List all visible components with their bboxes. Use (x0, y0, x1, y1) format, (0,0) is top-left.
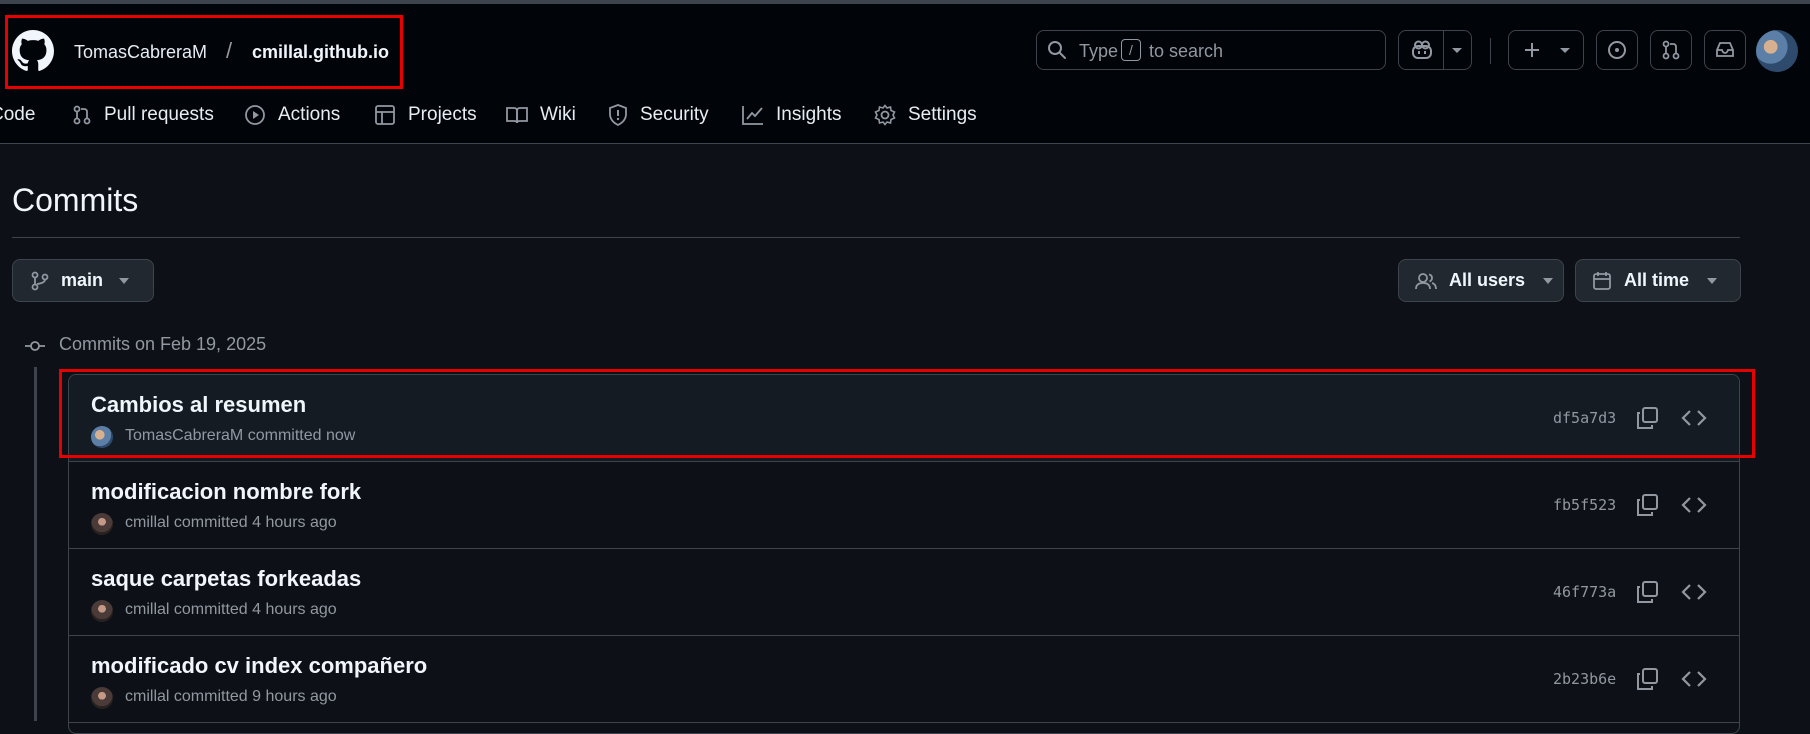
commit-icon (25, 341, 45, 351)
issues-button[interactable] (1596, 30, 1638, 70)
commit-time: committed 4 hours ago (173, 514, 337, 531)
chevron-down-icon (1543, 277, 1554, 284)
issue-icon (1608, 41, 1626, 59)
commit-sha-link[interactable]: fb5f523 (1553, 496, 1616, 514)
commit-meta: cmillal committed 4 hours ago (125, 514, 337, 532)
commit-author-link[interactable]: cmillal (125, 601, 169, 618)
commit-meta: cmillal committed 9 hours ago (125, 688, 337, 706)
timeline-line (34, 367, 37, 721)
copilot-icon (1412, 40, 1432, 59)
commit-row[interactable]: modificacion nombre fork cmillal committ… (69, 462, 1739, 549)
book-icon (506, 107, 528, 124)
branch-icon (31, 271, 49, 290)
search-placeholder-prefix: Type (1079, 41, 1119, 61)
play-icon (245, 105, 265, 125)
pull-requests-button[interactable] (1650, 30, 1692, 70)
copilot-button[interactable] (1398, 30, 1472, 70)
search-input[interactable]: Type / to search (1036, 30, 1386, 70)
avatar[interactable] (91, 687, 113, 709)
time-filter-label: All time (1624, 270, 1690, 290)
tab-wiki[interactable]: Wiki (506, 100, 576, 130)
tab-pull-requests-label: Pull requests (104, 104, 214, 125)
tab-actions[interactable]: Actions (244, 100, 340, 130)
copy-icon[interactable] (1635, 580, 1659, 604)
tab-pull-requests[interactable]: Pull requests (72, 100, 214, 130)
calendar-icon (1593, 271, 1611, 290)
commit-author-link[interactable]: cmillal (125, 688, 169, 705)
title-divider (12, 237, 1740, 238)
branch-select-button[interactable]: main (12, 259, 154, 302)
copy-icon[interactable] (1635, 493, 1659, 517)
tab-security-label: Security (640, 104, 709, 125)
commit-message-link[interactable]: modificado cv index compañero (91, 653, 427, 679)
search-placeholder-suffix: to search (1149, 41, 1224, 61)
commit-message-link[interactable]: modificacion nombre fork (91, 479, 361, 505)
code-icon[interactable] (1681, 580, 1707, 604)
chevron-down-icon (1707, 277, 1718, 284)
tab-actions-label: Actions (278, 104, 341, 125)
chevron-down-icon[interactable] (1451, 47, 1463, 55)
create-new-button[interactable] (1508, 30, 1584, 70)
inbox-button[interactable] (1704, 30, 1746, 70)
code-icon[interactable] (1681, 493, 1707, 517)
user-avatar[interactable] (1756, 30, 1798, 72)
commit-author-link[interactable]: cmillal (125, 514, 169, 531)
copy-icon[interactable] (1635, 667, 1659, 691)
commit-group-heading: Commits on Feb 19, 2025 (59, 334, 267, 354)
gear-icon (874, 104, 896, 126)
search-icon (1048, 41, 1066, 59)
commit-row[interactable]: saque carpetas forkeadas cmillal committ… (69, 549, 1739, 636)
page-title: Commits (12, 182, 139, 218)
tab-wiki-label: Wiki (540, 104, 576, 125)
commit-sha-link[interactable]: 46f773a (1553, 583, 1616, 601)
tab-insights-label: Insights (776, 104, 842, 125)
chevron-down-icon (1560, 48, 1570, 53)
people-icon (1415, 272, 1437, 289)
tab-code-label: Code (0, 104, 36, 125)
tab-projects-label: Projects (408, 104, 477, 125)
table-icon (375, 105, 395, 125)
graph-icon (742, 106, 763, 125)
commit-time: committed 9 hours ago (173, 688, 337, 705)
chevron-down-icon (119, 277, 130, 284)
pull-request-icon (73, 105, 91, 125)
time-filter-button[interactable]: All time (1575, 259, 1741, 302)
shield-icon (609, 104, 627, 126)
commit-sha-link[interactable]: 2b23b6e (1553, 670, 1616, 688)
tab-security[interactable]: Security (608, 100, 709, 130)
tab-projects[interactable]: Projects (374, 100, 477, 130)
commit-time: committed 4 hours ago (173, 601, 337, 618)
search-shortcut-key: / (1121, 39, 1141, 61)
branch-select-label: main (61, 270, 104, 290)
highlight-box-repo-path (5, 15, 403, 89)
tab-settings-label: Settings (908, 104, 977, 125)
pull-request-icon (1662, 40, 1680, 60)
inbox-icon (1716, 42, 1734, 57)
plus-icon (1525, 43, 1539, 57)
users-filter-label: All users (1449, 270, 1526, 290)
commit-message-link[interactable]: saque carpetas forkeadas (91, 566, 361, 592)
tab-insights[interactable]: Insights (742, 100, 841, 130)
commit-row[interactable]: modificado cv index compañero cmillal co… (69, 636, 1739, 723)
tab-settings[interactable]: Settings (874, 100, 977, 130)
users-filter-button[interactable]: All users (1398, 259, 1564, 302)
highlight-box-latest-commit (59, 369, 1755, 458)
tab-code[interactable]: Code (0, 100, 35, 130)
avatar[interactable] (91, 600, 113, 622)
commit-meta: cmillal committed 4 hours ago (125, 601, 337, 619)
code-icon[interactable] (1681, 667, 1707, 691)
repo-header: TomasCabreraM / cmillal.github.io Type /… (0, 4, 1810, 144)
header-divider (1490, 38, 1491, 64)
avatar[interactable] (91, 513, 113, 535)
